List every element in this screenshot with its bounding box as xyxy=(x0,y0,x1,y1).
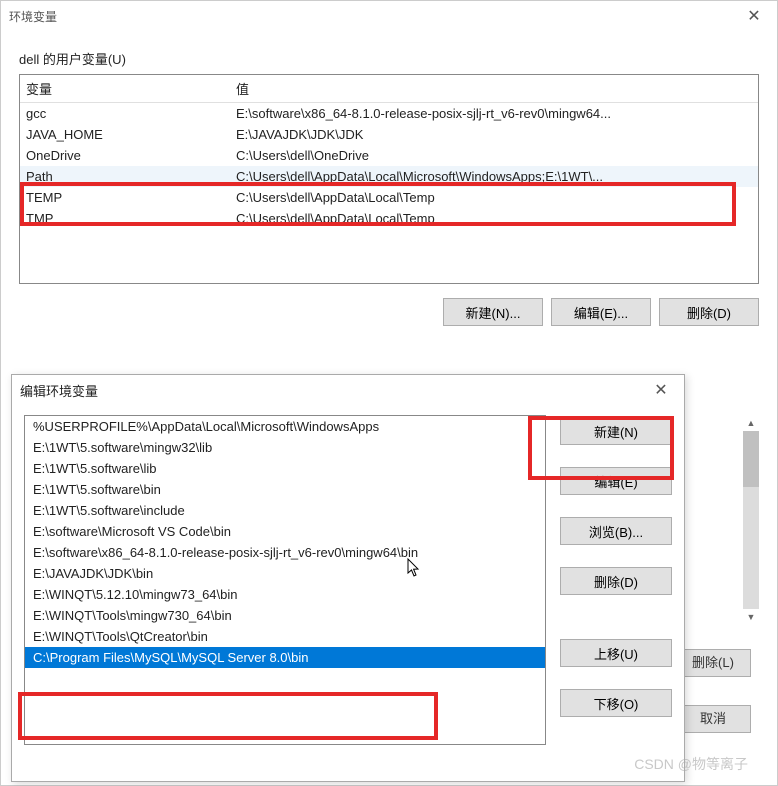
table-row[interactable]: gcc E:\software\x86_64-8.1.0-release-pos… xyxy=(20,103,758,124)
dialog-title: 环境变量 xyxy=(9,8,739,25)
edit-button[interactable]: 编辑(E)... xyxy=(551,298,651,326)
user-variables-list[interactable]: 变量 值 gcc E:\software\x86_64-8.1.0-releas… xyxy=(19,74,759,284)
list-item[interactable]: %USERPROFILE%\AppData\Local\Microsoft\Wi… xyxy=(25,416,545,437)
scroll-down-icon[interactable]: ▼ xyxy=(743,609,759,625)
edit-titlebar: 编辑环境变量 ✕ xyxy=(12,375,684,405)
list-item[interactable]: E:\WINQT\5.12.10\mingw73_64\bin xyxy=(25,584,545,605)
edit-browse-button[interactable]: 浏览(B)... xyxy=(560,517,672,545)
sys-delete-button[interactable]: 删除(L) xyxy=(675,649,751,677)
list-item[interactable]: E:\software\Microsoft VS Code\bin xyxy=(25,521,545,542)
list-item[interactable]: E:\WINQT\Tools\QtCreator\bin xyxy=(25,626,545,647)
table-row-path[interactable]: Path C:\Users\dell\AppData\Local\Microso… xyxy=(20,166,758,187)
edit-moveup-button[interactable]: 上移(U) xyxy=(560,639,672,667)
edit-path-dialog: 编辑环境变量 ✕ %USERPROFILE%\AppData\Local\Mic… xyxy=(11,374,685,782)
list-item-mysql[interactable]: C:\Program Files\MySQL\MySQL Server 8.0\… xyxy=(25,647,545,668)
scrollbar-thumb[interactable] xyxy=(743,431,759,487)
list-item[interactable]: E:\software\x86_64-8.1.0-release-posix-s… xyxy=(25,542,545,563)
list-item[interactable]: E:\1WT\5.software\include xyxy=(25,500,545,521)
titlebar: 环境变量 ✕ xyxy=(1,1,777,31)
system-vars-scrollbar[interactable]: ▲ ▼ xyxy=(743,431,759,609)
close-icon[interactable]: ✕ xyxy=(739,6,769,26)
table-row[interactable]: JAVA_HOME E:\JAVAJDK\JDK\JDK xyxy=(20,124,758,145)
delete-button[interactable]: 删除(D) xyxy=(659,298,759,326)
edit-new-button[interactable]: 新建(N) xyxy=(560,417,672,445)
path-entries-list[interactable]: %USERPROFILE%\AppData\Local\Microsoft\Wi… xyxy=(24,415,546,745)
user-variables-group: dell 的用户变量(U) 变量 值 gcc E:\software\x86_6… xyxy=(19,49,759,284)
table-row[interactable]: TEMP C:\Users\dell\AppData\Local\Temp xyxy=(20,187,758,208)
edit-delete-button[interactable]: 删除(D) xyxy=(560,567,672,595)
close-icon[interactable]: ✕ xyxy=(646,380,676,400)
list-item[interactable]: E:\WINQT\Tools\mingw730_64\bin xyxy=(25,605,545,626)
table-row[interactable]: OneDrive C:\Users\dell\OneDrive xyxy=(20,145,758,166)
edit-movedown-button[interactable]: 下移(O) xyxy=(560,689,672,717)
header-value[interactable]: 值 xyxy=(236,79,752,98)
list-item[interactable]: E:\1WT\5.software\lib xyxy=(25,458,545,479)
edit-edit-button[interactable]: 编辑(E) xyxy=(560,467,672,495)
cancel-button[interactable]: 取消 xyxy=(675,705,751,733)
header-variable[interactable]: 变量 xyxy=(26,79,236,98)
user-variables-label: dell 的用户变量(U) xyxy=(19,49,759,68)
edit-side-buttons: 新建(N) 编辑(E) 浏览(B)... 删除(D) 上移(U) 下移(O) xyxy=(560,415,672,771)
table-row[interactable]: TMP C:\Users\dell\AppData\Local\Temp xyxy=(20,208,758,229)
user-vars-buttons: 新建(N)... 编辑(E)... 删除(D) xyxy=(19,298,759,326)
scroll-up-icon[interactable]: ▲ xyxy=(743,415,759,431)
list-headers: 变量 值 xyxy=(20,75,758,103)
list-item[interactable]: E:\1WT\5.software\mingw32\lib xyxy=(25,437,545,458)
edit-dialog-title: 编辑环境变量 xyxy=(20,381,646,400)
new-button[interactable]: 新建(N)... xyxy=(443,298,543,326)
list-item[interactable]: E:\JAVAJDK\JDK\bin xyxy=(25,563,545,584)
list-item[interactable]: E:\1WT\5.software\bin xyxy=(25,479,545,500)
